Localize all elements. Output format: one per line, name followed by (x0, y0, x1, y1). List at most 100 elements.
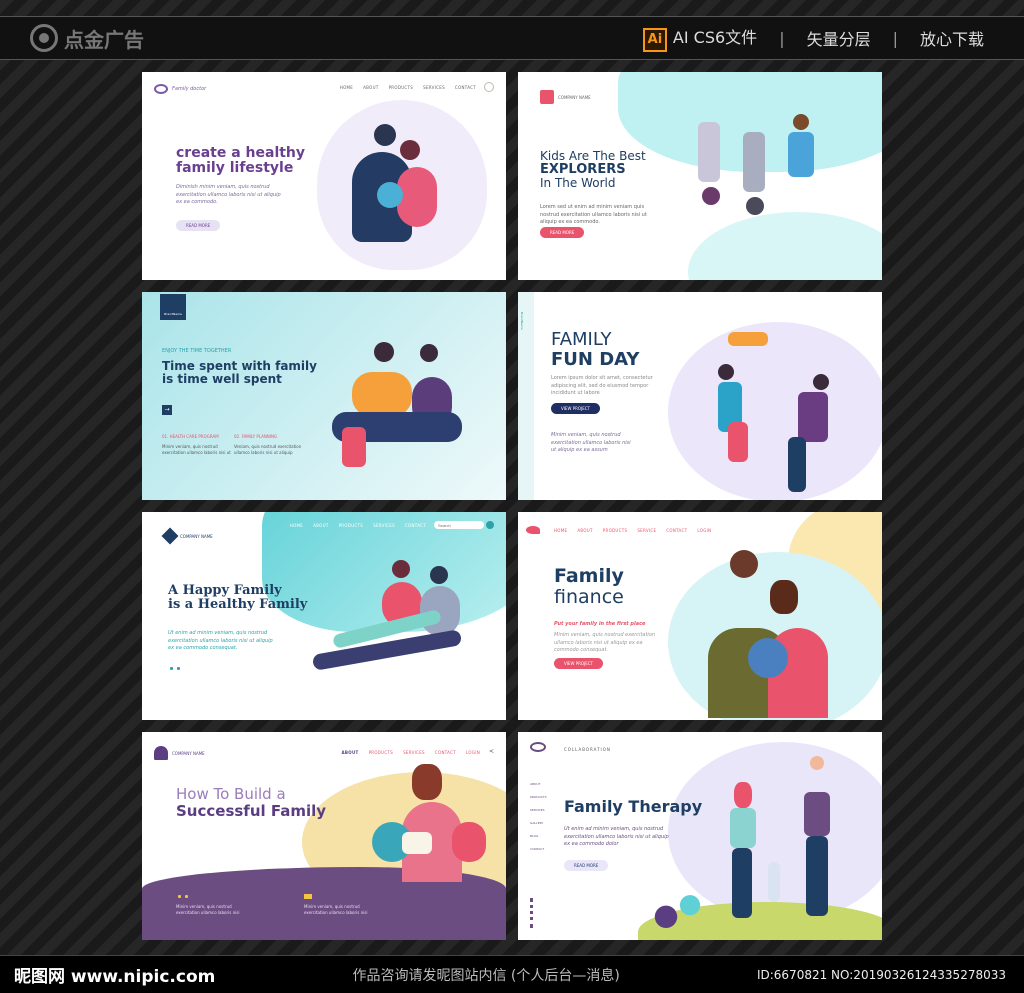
read-more-button[interactable]: READ MORE (176, 220, 221, 231)
kicker: ENJOY THE TIME TOGETHER (162, 348, 232, 354)
card-family-therapy[interactable]: COLLABORATION ABOUT PRODUCTS SERVICES GA… (518, 732, 882, 940)
card-title: Family finance (554, 565, 624, 608)
nav-item[interactable]: CONTACT (435, 750, 456, 755)
col1-body: Minim veniam, quis nostrud exercitation … (162, 444, 231, 455)
col2-body: Minim veniam, quis nostrud exercitation … (304, 904, 368, 915)
feature-download: 放心下载 (919, 30, 984, 49)
mother-reading-illustration (372, 762, 492, 892)
nav-item[interactable]: LOGIN (697, 528, 711, 533)
side-nav-item[interactable]: ABOUT (530, 778, 547, 791)
side-logo: BrandName (520, 312, 524, 330)
file-info: Ai AI CS6文件 | 矢量分层 | 放心下载 (642, 24, 984, 52)
read-more-button[interactable]: READ MORE (540, 227, 585, 238)
card-time-spent[interactable]: BrandName ENJOY THE TIME TOGETHER Time s… (142, 292, 506, 500)
family-jumping-illustration (708, 312, 868, 492)
family-hug-illustration (708, 548, 848, 720)
card-brand: COMPANY NAME (161, 527, 213, 545)
separator: | (892, 28, 898, 48)
fish-logo (530, 742, 546, 752)
card-body: Lorem ipsum dolor sit amet, consectetur … (551, 375, 653, 396)
nav-item[interactable]: ABOUT (577, 528, 592, 533)
brand-badge: BrandName (160, 294, 186, 320)
share-icon[interactable]: < (489, 748, 494, 755)
rings-icon (154, 84, 168, 94)
illustrator-icon: Ai (642, 27, 667, 52)
side-nav-item[interactable]: GALLERY (530, 817, 547, 830)
side-nav-item[interactable]: BLOG (530, 830, 547, 843)
card-brand: Family doctor (154, 84, 206, 94)
card-nav: HOME ABOUT PRODUCTS SERVICES CONTACT (340, 85, 476, 90)
format-label: AI CS6文件 (672, 28, 758, 48)
card-healthy-lifestyle[interactable]: Family doctor HOME ABOUT PRODUCTS SERVIC… (142, 72, 506, 280)
side-nav-item[interactable]: PRODUCTS (530, 791, 547, 804)
nav-item[interactable]: PRODUCTS (603, 528, 628, 533)
card-title: A Happy Family is a Healthy Family (168, 583, 308, 613)
brand-logo: 点金广告 (30, 24, 144, 53)
card-brand: COMPANY NAME (154, 746, 205, 760)
social-icons[interactable] (530, 898, 534, 928)
plant-decoration (648, 882, 708, 940)
card-kids-explorers[interactable]: COMPANY NAME Kids Are The Best EXPLORERS… (518, 72, 882, 280)
side-nav-item[interactable]: CONTACT (530, 843, 547, 856)
nav-item[interactable]: PRODUCTS (339, 523, 364, 528)
nav-item[interactable]: LOGIN (466, 750, 480, 755)
read-more-button[interactable]: READ MORE (564, 860, 609, 871)
card-title: create a healthy family lifestyle (176, 145, 306, 177)
card-happy-family[interactable]: COMPANY NAME HOME ABOUT PRODUCTS SERVICE… (142, 512, 506, 720)
card-successful-family[interactable]: COMPANY NAME ABOUT PRODUCTS SERVICES CON… (142, 732, 506, 940)
nav-item[interactable]: CONTACT (455, 85, 476, 90)
search-input[interactable] (434, 521, 484, 529)
nav-item[interactable]: PRODUCTS (369, 750, 394, 755)
card-title: Kids Are The Best EXPLORERS In The World (540, 149, 646, 191)
family-walking-illustration (718, 752, 848, 922)
card-nav: ABOUT PRODUCTS SERVICES CONTACT LOGIN (342, 750, 480, 755)
nav-item[interactable]: HOME (290, 523, 303, 528)
pager-dots[interactable] (176, 894, 190, 899)
logo-icon (161, 527, 179, 545)
card-fun-day[interactable]: BrandName FAMILY FUN DAY Lorem ipsum dol… (518, 292, 882, 500)
col2-title: 02. FAMILY PLANNING (234, 434, 278, 439)
nav-item[interactable]: HOME (554, 528, 567, 533)
card-body: Diminish minim veniam, quis nostrud exer… (176, 184, 281, 205)
menu-icon[interactable] (484, 82, 494, 92)
search-icon[interactable] (486, 521, 494, 529)
video-icon[interactable] (304, 894, 312, 899)
logo-text: 点金广告 (64, 27, 144, 52)
view-project-button[interactable]: VIEW PROJECT (554, 658, 603, 669)
card-nav: HOME ABOUT PRODUCTS SERVICES CONTACT (290, 523, 426, 528)
side-nav-item[interactable]: SERVICES (530, 804, 547, 817)
card-body: Minim veniam, quis nostrud exercitation … (554, 632, 656, 653)
card-family-finance[interactable]: HOME ABOUT PRODUCTS SERVICE CONTACT LOGI… (518, 512, 882, 720)
contact-notice: 作品咨询请发昵图站内信 (个人后台—消息) (352, 967, 620, 984)
nav-item[interactable]: SERVICES (403, 750, 425, 755)
nav-item[interactable]: ABOUT (363, 85, 378, 90)
hand-icon (154, 746, 168, 760)
nav-item[interactable]: CONTACT (405, 523, 426, 528)
couple-illustration (342, 122, 452, 262)
logo-icon (30, 24, 58, 52)
bird-icon (526, 526, 540, 534)
nav-item[interactable]: SERVICES (423, 85, 445, 90)
card-nav: HOME ABOUT PRODUCTS SERVICE CONTACT LOGI… (554, 528, 711, 533)
nav-item[interactable]: CONTACT (666, 528, 687, 533)
card-body: Lorem sed ut enim ad minim veniam quis n… (540, 204, 647, 225)
nav-item[interactable]: PRODUCTS (389, 85, 414, 90)
col1-title: 01. HEALTH CARE PROGRAM (162, 434, 219, 439)
arrow-button[interactable]: → (162, 405, 172, 415)
nav-item[interactable]: ABOUT (313, 523, 328, 528)
nav-item[interactable]: SERVICES (373, 523, 395, 528)
nav-item[interactable]: HOME (340, 85, 353, 90)
view-project-button[interactable]: VIEW PROJECT (551, 403, 600, 414)
nav-item[interactable]: ABOUT (342, 750, 359, 755)
kicker: Put your family in the first place (554, 621, 646, 627)
site-brand[interactable]: 昵图网 www.nipic.com (14, 962, 215, 987)
family-illustration (312, 332, 492, 492)
image-id: ID:6670821 NO:20190326124335278033 (756, 967, 1006, 982)
col1-body: Minim veniam, quis nostrud exercitation … (176, 904, 240, 915)
side-nav: ABOUT PRODUCTS SERVICES GALLERY BLOG CON… (530, 778, 547, 856)
card-body: Ut enim ad minim veniam, quis nostrud ex… (168, 630, 273, 651)
pager-dots[interactable] (168, 666, 182, 671)
nav-item[interactable]: SERVICE (637, 528, 656, 533)
kids-illustration (688, 112, 848, 262)
top-banner: 点金广告 Ai AI CS6文件 | 矢量分层 | 放心下载 (0, 16, 1024, 60)
